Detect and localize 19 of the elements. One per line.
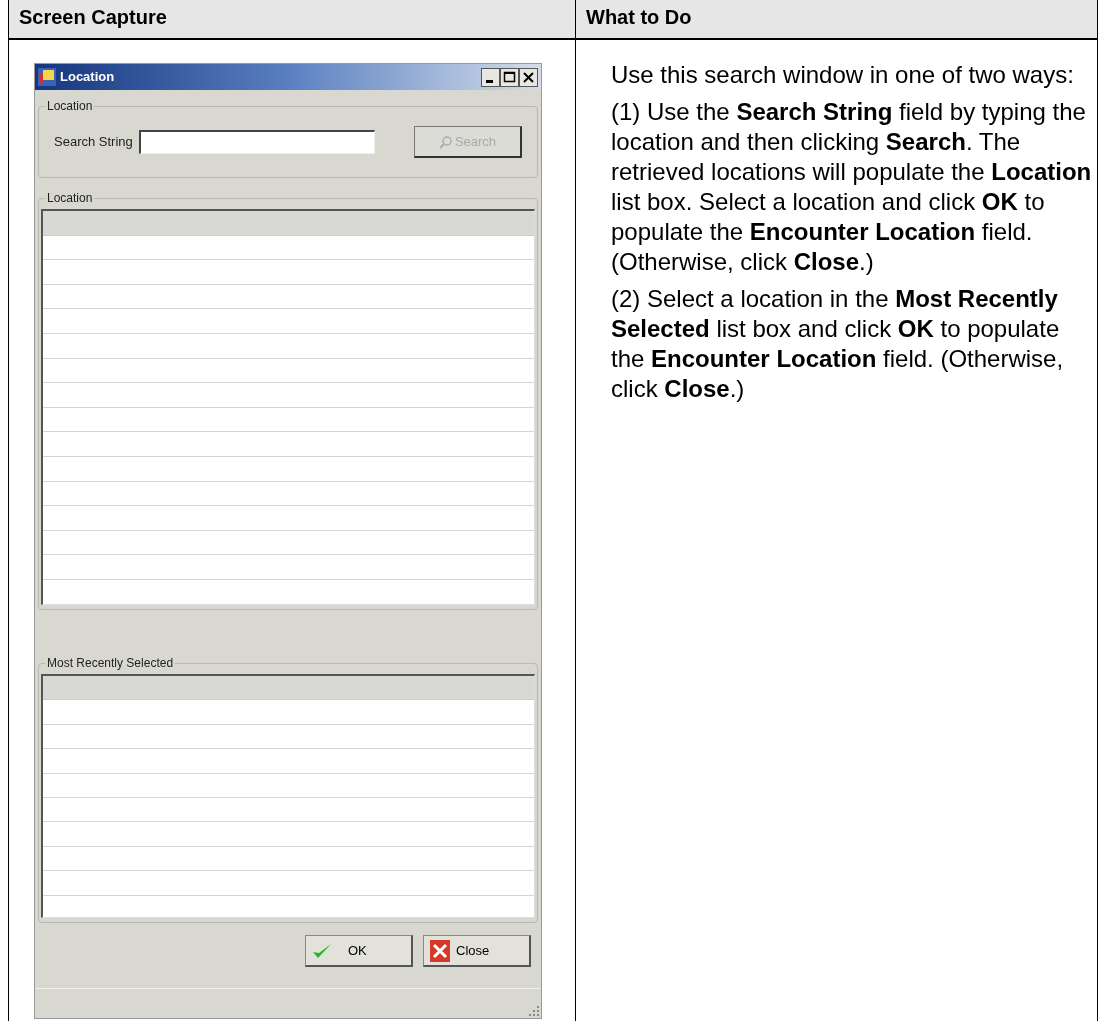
group-legend: Most Recently Selected — [45, 655, 176, 671]
resize-grip-icon — [529, 1006, 539, 1016]
search-field[interactable] — [138, 130, 375, 154]
field-label: Search String — [54, 133, 133, 152]
search-icon — [438, 134, 453, 149]
instruction-paragraph: (2) Select a location in the Most Recently Selected list box and click OK to populate the Encounter Location field. (Otherwise, click Close.) — [611, 284, 1065, 404]
instruction-paragraph: Use this search window in one of two ways: — [611, 60, 1075, 90]
column-header: Screen Capture — [19, 5, 167, 30]
minimize-icon[interactable] — [481, 67, 500, 87]
app-icon — [38, 68, 56, 86]
close-icon — [430, 939, 450, 962]
checkmark-icon — [312, 941, 332, 960]
instruction-paragraph: (1) Use the Search String field by typing the location and then clicking Search. The retrieved locations will populate the Location list box. Select a location and click OK to populate the Encounter Location field. (Otherwise, click Close.) — [611, 97, 1093, 277]
maximize-icon[interactable] — [500, 67, 519, 87]
close-icon[interactable] — [519, 67, 538, 87]
ok-button[interactable]: OK — [305, 935, 413, 967]
window-title: Location — [60, 68, 116, 87]
column-header: What to Do — [586, 5, 692, 30]
close-button[interactable]: Close — [423, 935, 531, 967]
